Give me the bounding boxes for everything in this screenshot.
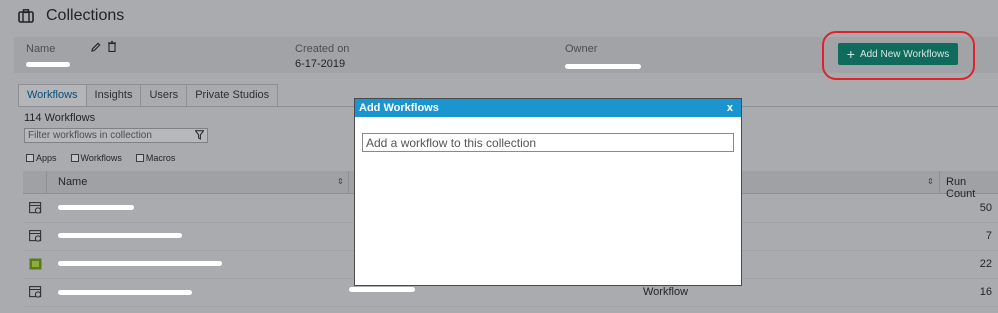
add-workflows-dialog: Add Workflows x	[354, 98, 742, 286]
dialog-header: Add Workflows x	[355, 99, 741, 117]
dialog-title: Add Workflows	[359, 102, 439, 114]
close-icon[interactable]: x	[727, 99, 733, 117]
add-workflow-search-input[interactable]	[362, 133, 734, 152]
